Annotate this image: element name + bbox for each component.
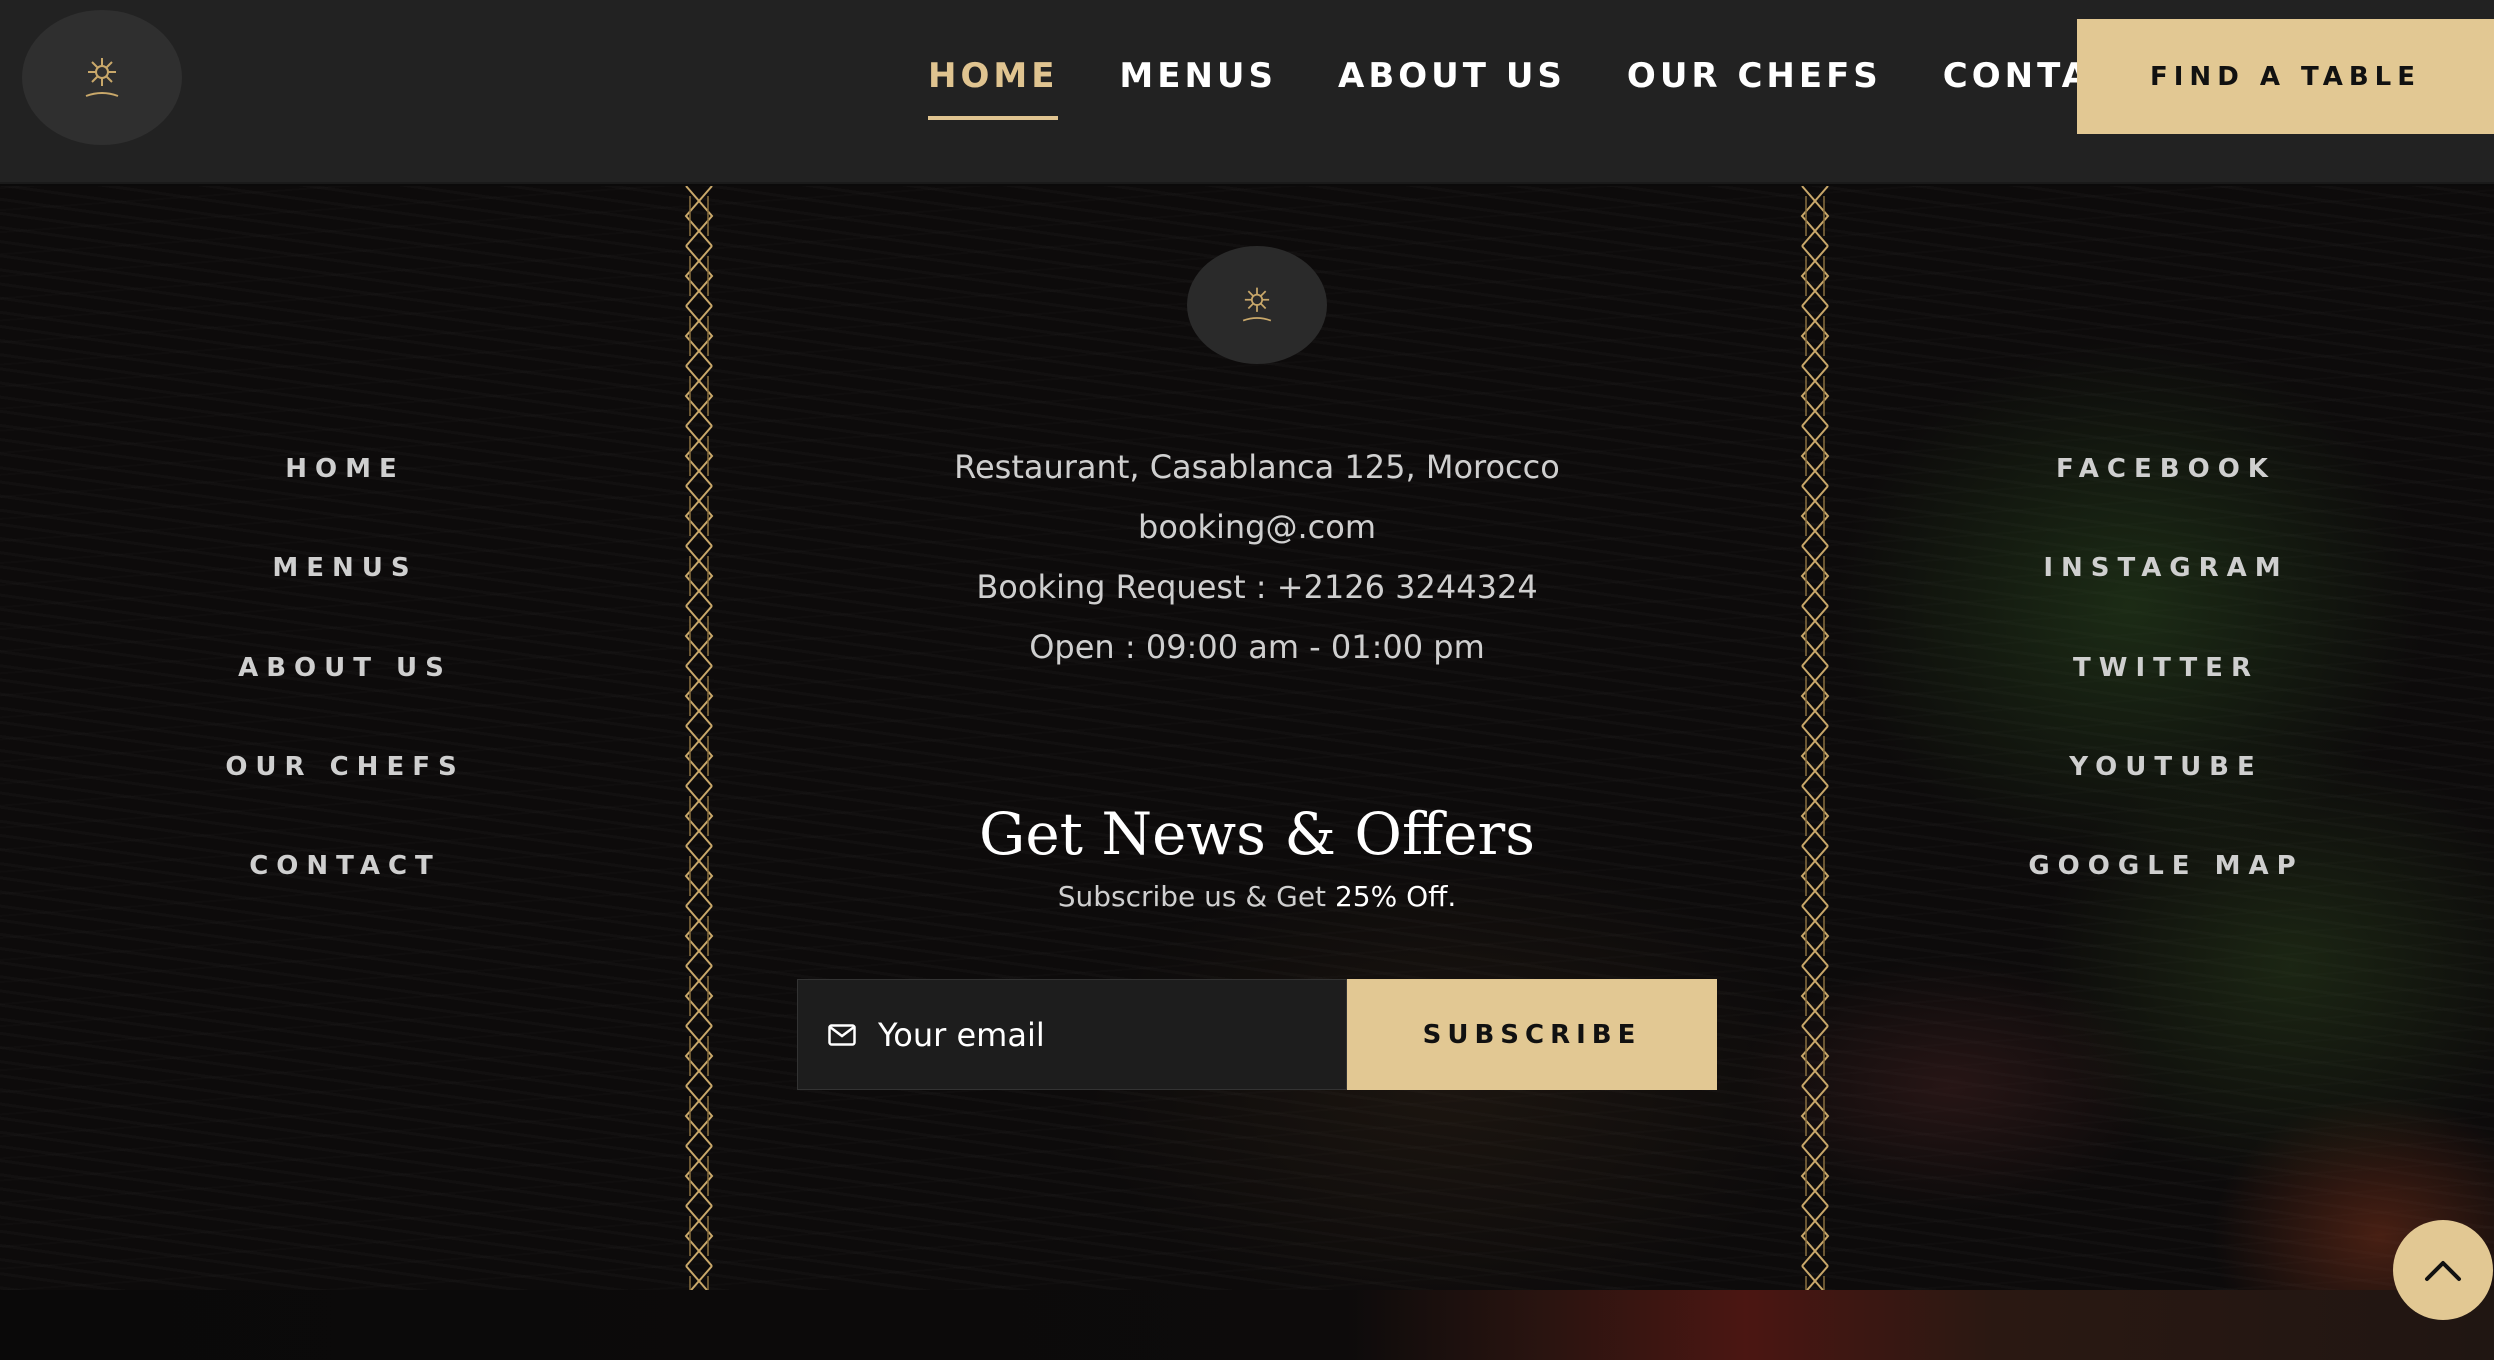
- footer-address: Restaurant, Casablanca 125, Morocco: [954, 448, 1560, 486]
- newsletter-title: Get News & Offers: [979, 800, 1535, 868]
- footer-link-menus[interactable]: MENUS: [0, 553, 690, 583]
- nav-home[interactable]: HOME: [928, 56, 1059, 120]
- chevron-up-icon: [2425, 1261, 2461, 1281]
- newsletter-email-input[interactable]: [878, 1015, 1318, 1054]
- restaurant-emblem-icon: [85, 57, 119, 97]
- footer-link-about-us[interactable]: ABOUT US: [0, 653, 690, 683]
- footer-booking-phone[interactable]: Booking Request : +2126 3244324: [900, 568, 1614, 606]
- footer-nav-links: HOME MENUS ABOUT US OUR CHEFS CONTACT: [0, 186, 690, 926]
- footer-social-links: FACEBOOK INSTAGRAM TWITTER YOUTUBE GOOGL…: [1826, 186, 2494, 926]
- footer-link-twitter[interactable]: TWITTER: [1826, 653, 2494, 683]
- footer-link-youtube[interactable]: YOUTUBE: [1826, 752, 2494, 782]
- footer-link-contact[interactable]: CONTACT: [0, 851, 690, 881]
- nav-about-us[interactable]: ABOUT US: [1338, 56, 1566, 96]
- find-a-table-button[interactable]: FIND A TABLE: [2077, 19, 2494, 134]
- nav-our-chefs[interactable]: OUR CHEFS: [1627, 56, 1882, 96]
- footer-link-our-chefs[interactable]: OUR CHEFS: [0, 752, 690, 782]
- footer-link-home[interactable]: HOME: [0, 454, 690, 484]
- nav-menus[interactable]: MENUS: [1119, 56, 1277, 96]
- header-logo[interactable]: [22, 10, 182, 145]
- site-header: HOME MENUS ABOUT US OUR CHEFS CONTACT FI…: [0, 0, 2494, 184]
- back-to-top-button[interactable]: [2393, 1220, 2493, 1320]
- subscribe-button[interactable]: SUBSCRIBE: [1347, 979, 1717, 1090]
- footer-bottom-strip: [0, 1290, 2494, 1360]
- footer-link-facebook[interactable]: FACEBOOK: [1826, 454, 2494, 484]
- footer-opening-hours: Open : 09:00 am - 01:00 pm: [1029, 628, 1485, 666]
- mail-icon: [828, 1023, 856, 1046]
- newsletter-email-field[interactable]: [797, 979, 1347, 1090]
- newsletter-discount: 25% Off.: [1334, 880, 1457, 913]
- newsletter-subtitle-text: Subscribe us & Get: [1057, 880, 1327, 913]
- restaurant-emblem-icon: [1242, 287, 1272, 322]
- footer-link-instagram[interactable]: INSTAGRAM: [1826, 553, 2494, 583]
- footer-logo[interactable]: [1187, 246, 1327, 364]
- newsletter-subtitle: Subscribe us & Get 25% Off.: [860, 880, 1654, 913]
- footer-link-google-map[interactable]: GOOGLE MAP: [1826, 851, 2494, 881]
- main-nav: HOME MENUS ABOUT US OUR CHEFS CONTACT: [928, 0, 2148, 152]
- footer-email[interactable]: booking@.com: [900, 508, 1614, 546]
